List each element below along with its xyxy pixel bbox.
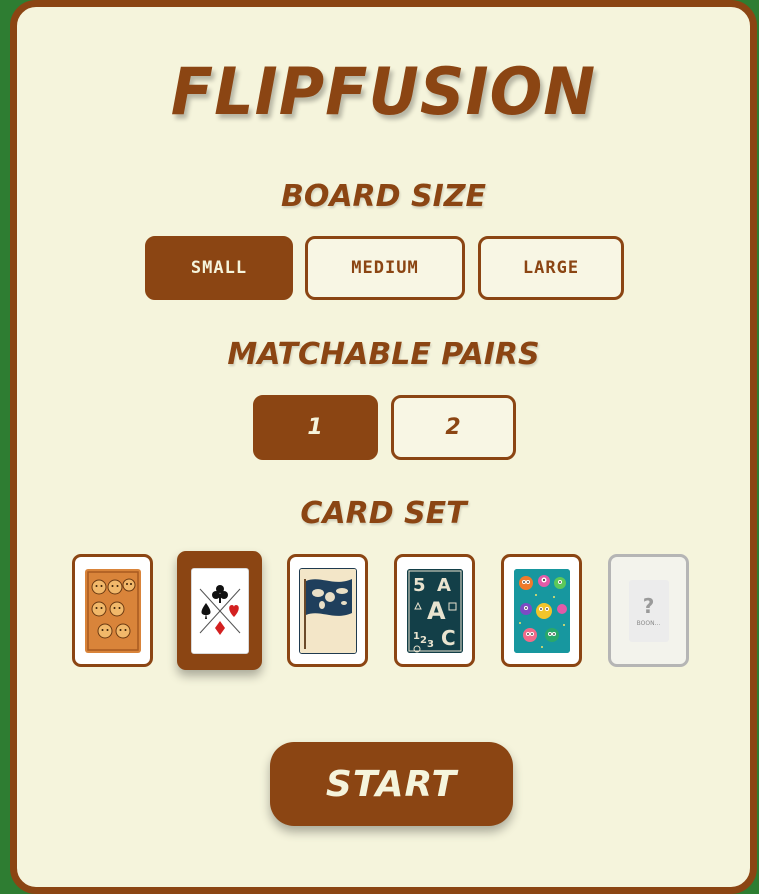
start-button[interactable]: Start xyxy=(270,742,513,826)
question-mark-icon: ? BOON... xyxy=(628,579,669,642)
card-set-unknown[interactable]: ? BOON... xyxy=(608,554,689,667)
board-size-large-label: Large xyxy=(522,258,580,278)
board-size-label: Board Size xyxy=(280,179,487,214)
svg-text:5: 5 xyxy=(413,575,426,596)
world-map-flag-icon xyxy=(298,567,357,654)
board-size-medium-label: Medium xyxy=(351,258,419,278)
card-set-world-flags[interactable] xyxy=(287,554,368,667)
unknown-question-mark: ? xyxy=(642,593,655,618)
unknown-card-caption: BOON... xyxy=(636,619,661,627)
svg-text:2: 2 xyxy=(420,635,427,646)
matchable-pairs-label: Matchable Pairs xyxy=(227,337,540,372)
start-button-label: Start xyxy=(325,763,458,805)
card-set-animals[interactable] xyxy=(72,554,153,667)
playing-card-suits-icon xyxy=(190,567,249,654)
board-size-small-button[interactable]: Small xyxy=(145,236,293,300)
svg-text:A: A xyxy=(437,575,451,596)
svg-text:3: 3 xyxy=(427,639,434,650)
settings-panel: FlipFusion Board Size Small Medium Large… xyxy=(10,0,757,894)
board-size-large-button[interactable]: Large xyxy=(478,236,624,300)
card-set-playing-cards[interactable] xyxy=(177,551,262,670)
svg-text:C: C xyxy=(441,626,456,650)
letters-numbers-shapes-icon: 5 A A C 1 2 3 xyxy=(406,568,463,653)
monsters-icon xyxy=(513,568,570,653)
pairs-2-button[interactable]: 2 xyxy=(391,395,516,460)
game-title: FlipFusion xyxy=(170,53,597,130)
card-set-monsters[interactable] xyxy=(501,554,582,667)
svg-text:1: 1 xyxy=(413,631,420,642)
board-size-medium-button[interactable]: Medium xyxy=(305,236,465,300)
pairs-1-label: 1 xyxy=(307,415,324,440)
animal-faces-icon xyxy=(84,568,141,653)
pairs-2-label: 2 xyxy=(445,415,462,440)
card-set-alphabet[interactable]: 5 A A C 1 2 3 xyxy=(394,554,475,667)
card-set-label: Card Set xyxy=(300,496,467,531)
board-size-small-label: Small xyxy=(190,258,248,278)
svg-text:A: A xyxy=(427,597,446,625)
pairs-1-button[interactable]: 1 xyxy=(253,395,378,460)
